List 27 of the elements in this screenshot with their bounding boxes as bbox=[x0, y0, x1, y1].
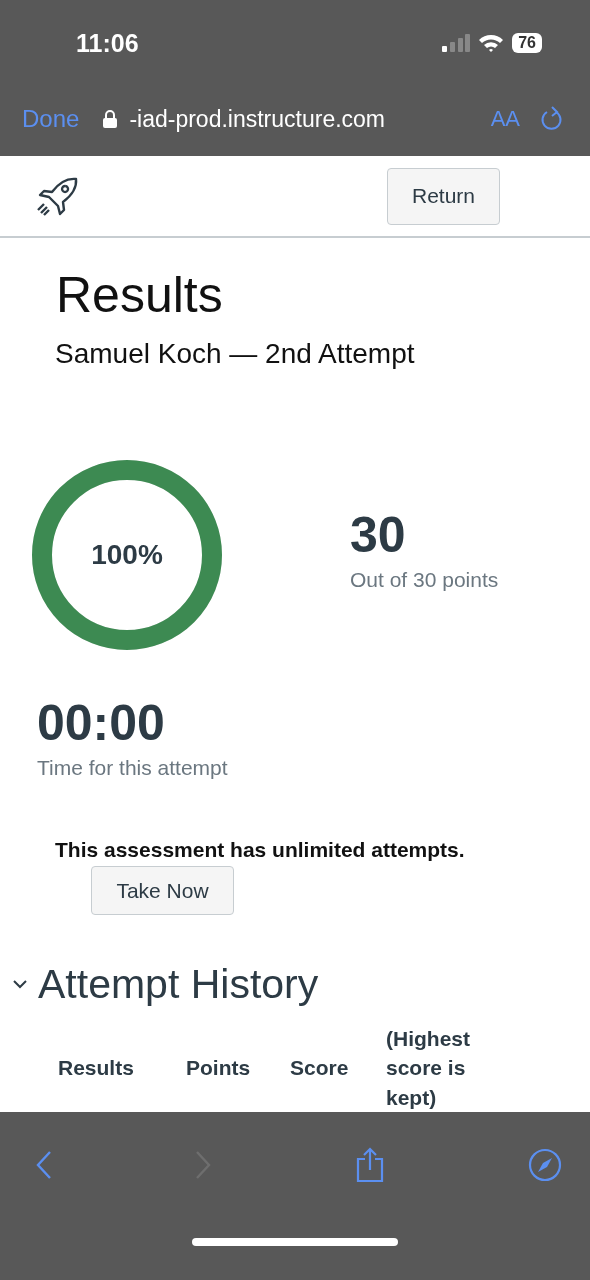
attempt-subtitle: Samuel Koch — 2nd Attempt bbox=[55, 338, 416, 371]
url-text[interactable]: -iad-prod.instructure.com bbox=[129, 105, 479, 133]
attempts-notice: This assessment has unlimited attempts. bbox=[55, 838, 466, 863]
column-header: Points bbox=[186, 1055, 252, 1080]
lock-icon bbox=[103, 110, 118, 128]
page-title: Results bbox=[56, 266, 224, 325]
signal-icon bbox=[442, 34, 471, 52]
reload-icon[interactable] bbox=[540, 106, 564, 132]
column-header: Results bbox=[58, 1055, 135, 1080]
column-header: (Highest score is kept) bbox=[386, 1025, 471, 1111]
back-icon[interactable] bbox=[36, 1150, 52, 1180]
status-time: 11:06 bbox=[76, 28, 139, 58]
chevron-icon[interactable] bbox=[12, 978, 28, 991]
take-now-button[interactable]: Take Now bbox=[91, 866, 234, 915]
share-icon[interactable] bbox=[354, 1147, 385, 1183]
section-heading: Attempt History bbox=[38, 960, 319, 1008]
score-percent: 100% bbox=[91, 539, 163, 572]
points-value: 30 bbox=[350, 506, 407, 565]
time-value: 00:00 bbox=[37, 694, 166, 753]
compass-icon[interactable] bbox=[528, 1148, 562, 1182]
rocket-icon[interactable] bbox=[36, 176, 80, 217]
wifi-icon bbox=[478, 33, 505, 53]
column-header: Score bbox=[290, 1055, 350, 1080]
time-caption: Time for this attempt bbox=[37, 756, 228, 781]
points-caption: Out of 30 points bbox=[350, 568, 499, 593]
return-button[interactable]: Return bbox=[387, 167, 500, 225]
battery-indicator: 76 bbox=[512, 33, 542, 53]
